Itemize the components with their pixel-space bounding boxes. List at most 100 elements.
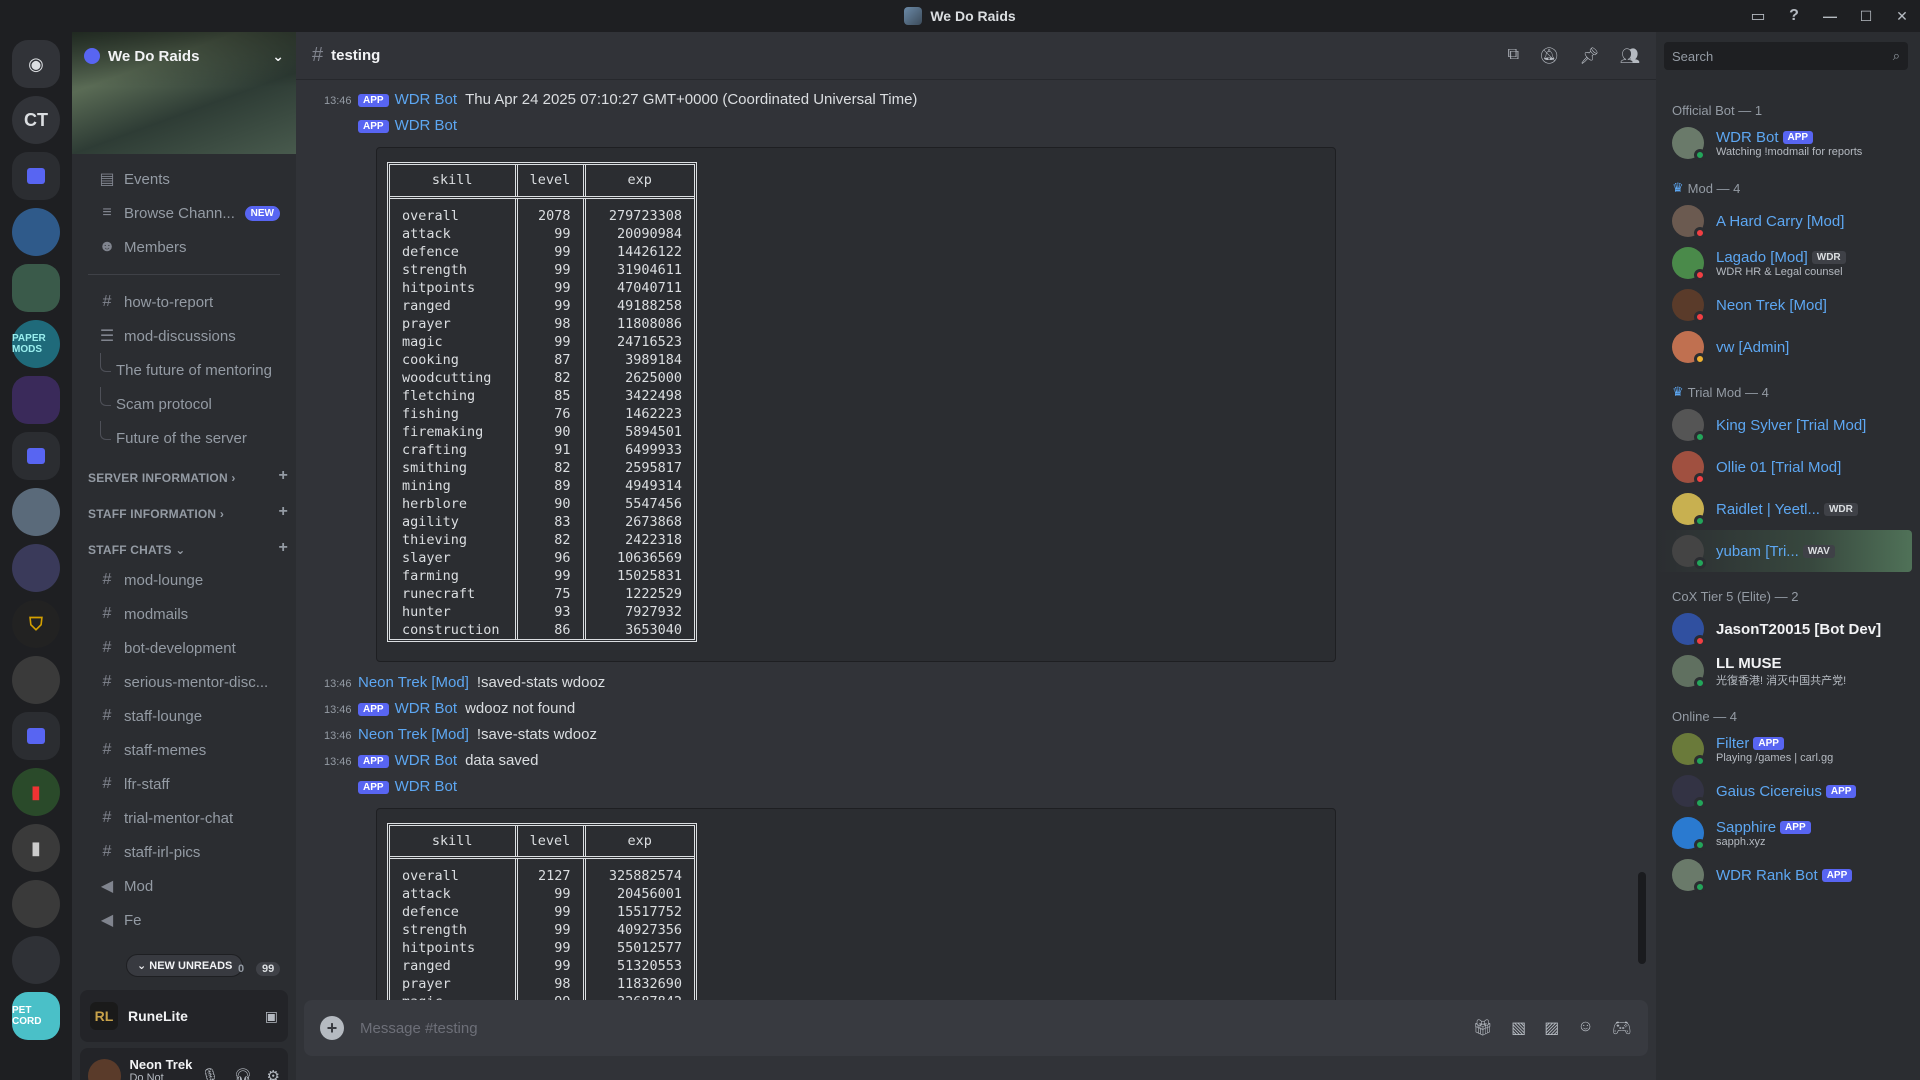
- scrollbar[interactable]: [1638, 872, 1646, 964]
- folder-icon[interactable]: [12, 376, 60, 424]
- level-cell: 98: [514, 975, 584, 993]
- column-header-level: level: [514, 165, 584, 199]
- server-header[interactable]: We Do Raids ⌄: [72, 32, 296, 80]
- add-channel-icon[interactable]: +: [278, 539, 288, 557]
- maximize-button[interactable]: ☐: [1848, 0, 1884, 32]
- inbox-icon[interactable]: ▭: [1740, 0, 1776, 32]
- message-input[interactable]: [360, 1019, 1473, 1037]
- member-item[interactable]: LL MUSE 光復香港! 消灭中国共产党!: [1656, 650, 1920, 692]
- channel-how-to-report[interactable]: # how-to-report: [80, 285, 288, 319]
- exp-cell: 20456001: [582, 885, 694, 903]
- server-icon[interactable]: [12, 880, 60, 928]
- message-author[interactable]: WDR Bot: [395, 91, 458, 108]
- member-tag: APP: [1782, 130, 1814, 144]
- member-item[interactable]: yubam [Tri... WAV: [1656, 530, 1912, 572]
- server-icon: [904, 7, 923, 25]
- channel-item[interactable]: # bot-development: [80, 631, 288, 665]
- help-icon[interactable]: ?: [1776, 0, 1812, 32]
- message-author[interactable]: WDR Bot: [395, 700, 458, 717]
- gift-icon[interactable]: 🎁︎: [1473, 1018, 1493, 1038]
- emoji-icon[interactable]: ☺: [1577, 1018, 1593, 1038]
- member-item[interactable]: WDR Rank Bot APP: [1656, 854, 1920, 896]
- thread-scam-protocol[interactable]: Scam protocol: [80, 387, 288, 421]
- member-item[interactable]: Raidlet | Yeetl... WDR: [1656, 488, 1920, 530]
- folder-icon[interactable]: [12, 712, 60, 760]
- thread-future-of-mentoring[interactable]: The future of mentoring: [80, 353, 288, 387]
- member-item[interactable]: Neon Trek [Mod]: [1656, 284, 1920, 326]
- avatar[interactable]: [88, 1059, 122, 1080]
- channel-item[interactable]: # serious-mentor-disc...: [80, 665, 288, 699]
- member-item[interactable]: Ollie 01 [Trial Mod]: [1656, 446, 1920, 488]
- new-unreads-button[interactable]: ⌄ NEW UNREADS: [126, 954, 244, 977]
- thread-future-of-server[interactable]: Future of the server: [80, 421, 288, 455]
- notification-bell-icon[interactable]: 🔕︎: [1539, 46, 1559, 66]
- member-name: Filter: [1716, 734, 1750, 752]
- channel-item[interactable]: # lfr-staff: [80, 767, 288, 801]
- headphones-icon[interactable]: 🎧︎: [234, 1067, 253, 1080]
- server-icon[interactable]: [12, 656, 60, 704]
- activity-panel[interactable]: RL RuneLite ▣: [80, 990, 288, 1042]
- member-item[interactable]: Filter APP Playing /games | carl.gg: [1656, 728, 1920, 770]
- minimize-button[interactable]: —: [1812, 0, 1848, 32]
- search-input[interactable]: [1672, 48, 1893, 64]
- activities-icon[interactable]: 🎮︎: [1612, 1018, 1632, 1038]
- server-ct[interactable]: CT: [12, 96, 60, 144]
- add-attachment-button[interactable]: +: [320, 1016, 344, 1040]
- message-author[interactable]: WDR Bot: [395, 778, 458, 795]
- channel-mod-discussions[interactable]: ☰ mod-discussions: [80, 319, 288, 353]
- channel-item[interactable]: # modmails: [80, 597, 288, 631]
- add-channel-icon[interactable]: +: [278, 503, 288, 521]
- sidebar-item-browse-channels[interactable]: ≡ Browse Chann... NEW: [80, 196, 288, 230]
- pin-icon[interactable]: 📌︎: [1579, 46, 1599, 66]
- category-staff-chats[interactable]: STAFF CHATS ⌄ +: [72, 527, 296, 563]
- gear-icon[interactable]: ⚙: [267, 1067, 280, 1080]
- server-paper-mods[interactable]: PAPER MODS: [12, 320, 60, 368]
- category-server-information[interactable]: SERVER INFORMATION › +: [72, 455, 296, 491]
- member-item[interactable]: Sapphire APP sapph.xyz: [1656, 812, 1920, 854]
- close-button[interactable]: ✕: [1884, 0, 1920, 32]
- member-item[interactable]: Gaius Cicereius APP: [1656, 770, 1920, 812]
- helmet-icon[interactable]: ⛉: [12, 600, 60, 648]
- threads-icon[interactable]: ⧉: [1508, 46, 1519, 66]
- member-item[interactable]: A Hard Carry [Mod]: [1656, 200, 1920, 242]
- add-channel-icon[interactable]: +: [278, 467, 288, 485]
- sidebar-item-members[interactable]: ☻ Members: [80, 230, 288, 264]
- microphone-icon[interactable]: 🎙︎: [200, 1067, 219, 1080]
- server-icon[interactable]: [12, 488, 60, 536]
- member-list-icon[interactable]: 👥︎: [1620, 46, 1640, 66]
- message-author[interactable]: WDR Bot: [395, 752, 458, 769]
- channel-item[interactable]: # trial-mentor-chat: [80, 801, 288, 835]
- channel-header: # testing ⧉ 🔕︎ 📌︎ 👥︎: [296, 32, 1656, 80]
- message-author[interactable]: Neon Trek [Mod]: [358, 726, 469, 743]
- voice-channel-fe[interactable]: ◀ Fe: [80, 903, 288, 937]
- channel-item[interactable]: # staff-memes: [80, 733, 288, 767]
- channel-item[interactable]: # mod-lounge: [80, 563, 288, 597]
- channel-item[interactable]: # staff-irl-pics: [80, 835, 288, 869]
- chart-server-icon[interactable]: ▮: [12, 768, 60, 816]
- server-icon[interactable]: [12, 936, 60, 984]
- table-row: crafting 91 6499933: [390, 440, 694, 459]
- server-we-do-raids[interactable]: [12, 264, 60, 312]
- folder-icon[interactable]: [12, 432, 60, 480]
- server-icon[interactable]: [12, 208, 60, 256]
- server-icon[interactable]: [12, 544, 60, 592]
- folder-icon[interactable]: [12, 152, 60, 200]
- member-item[interactable]: King Sylver [Trial Mod]: [1656, 404, 1920, 446]
- sidebar-item-events[interactable]: ▤ Events: [80, 162, 288, 196]
- discord-home-icon[interactable]: ◉: [12, 40, 60, 88]
- server-pet-cord[interactable]: PET CORD: [12, 992, 60, 1040]
- message-author[interactable]: Neon Trek [Mod]: [358, 674, 469, 691]
- chart-server-icon[interactable]: ▮: [12, 824, 60, 872]
- screen-share-icon[interactable]: ▣: [265, 1008, 278, 1025]
- member-activity: Watching !modmail for reports: [1716, 145, 1863, 158]
- channel-item[interactable]: # staff-lounge: [80, 699, 288, 733]
- sticker-icon[interactable]: ▨: [1544, 1018, 1559, 1038]
- category-staff-information[interactable]: STAFF INFORMATION › +: [72, 491, 296, 527]
- member-item[interactable]: vw [Admin]: [1656, 326, 1920, 368]
- member-item[interactable]: WDR Bot APP Watching !modmail for reports: [1656, 122, 1920, 164]
- voice-channel-mod[interactable]: ◀ Mod: [80, 869, 288, 903]
- message-author[interactable]: WDR Bot: [395, 117, 458, 134]
- member-item[interactable]: JasonT20015 [Bot Dev]: [1656, 608, 1920, 650]
- gif-icon[interactable]: ▧: [1511, 1018, 1526, 1038]
- member-item[interactable]: Lagado [Mod] WDR WDR HR & Legal counsel: [1656, 242, 1920, 284]
